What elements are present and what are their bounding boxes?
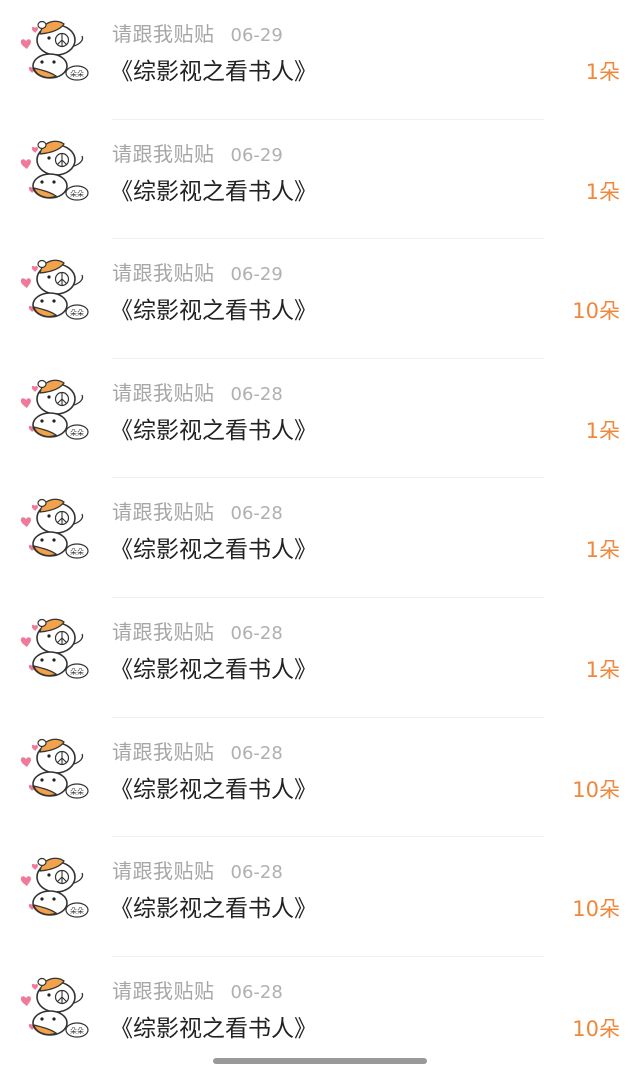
item-meta: 请跟我贴贴 06-28 bbox=[112, 616, 283, 646]
list-item[interactable]: 朵朵 请跟我贴贴 06-28 《综影视之看书人》 10朵 bbox=[0, 837, 640, 957]
username[interactable]: 请跟我贴贴 bbox=[112, 979, 215, 1003]
item-meta: 请跟我贴贴 06-29 bbox=[112, 18, 283, 48]
avatar-badge-text: 朵朵 bbox=[70, 1027, 84, 1035]
book-title[interactable]: 《综影视之看书人》 bbox=[110, 1009, 317, 1043]
list-item[interactable]: 朵朵 请跟我贴贴 06-28 《综影视之看书人》 1朵 bbox=[0, 598, 640, 718]
avatar-badge-text: 朵朵 bbox=[70, 788, 84, 796]
item-meta: 请跟我贴贴 06-28 bbox=[112, 377, 283, 407]
username[interactable]: 请跟我贴贴 bbox=[112, 620, 215, 644]
gift-amount: 10朵 bbox=[572, 777, 620, 802]
timestamp: 06-29 bbox=[230, 144, 283, 166]
gift-amount: 10朵 bbox=[572, 897, 620, 922]
gift-amount: 10朵 bbox=[572, 1016, 620, 1041]
item-meta: 请跟我贴贴 06-28 bbox=[112, 855, 283, 885]
item-meta: 请跟我贴贴 06-28 bbox=[112, 975, 283, 1005]
avatar-badge-text: 朵朵 bbox=[70, 548, 84, 556]
timestamp: 06-28 bbox=[230, 622, 283, 644]
book-title[interactable]: 《综影视之看书人》 bbox=[110, 650, 317, 684]
hamster-sticker-icon[interactable]: 朵朵 bbox=[20, 849, 94, 921]
book-title[interactable]: 《综影视之看书人》 bbox=[110, 291, 317, 325]
list-item[interactable]: 朵朵 请跟我贴贴 06-28 《综影视之看书人》 1朵 bbox=[0, 359, 640, 479]
username[interactable]: 请跟我贴贴 bbox=[112, 740, 215, 764]
list-item[interactable]: 朵朵 请跟我贴贴 06-29 《综影视之看书人》 1朵 bbox=[0, 0, 640, 120]
username[interactable]: 请跟我贴贴 bbox=[112, 142, 215, 166]
hamster-sticker-icon[interactable]: 朵朵 bbox=[20, 490, 94, 562]
item-meta: 请跟我贴贴 06-29 bbox=[112, 257, 283, 287]
hamster-sticker-icon[interactable]: 朵朵 bbox=[20, 132, 94, 204]
avatar-badge-text: 朵朵 bbox=[70, 70, 84, 78]
book-title[interactable]: 《综影视之看书人》 bbox=[110, 770, 317, 804]
gift-amount: 1朵 bbox=[585, 418, 620, 443]
timestamp: 06-28 bbox=[230, 742, 283, 764]
gift-amount: 1朵 bbox=[585, 538, 620, 563]
avatar-badge-text: 朵朵 bbox=[70, 668, 84, 676]
book-title[interactable]: 《综影视之看书人》 bbox=[110, 411, 317, 445]
list-item[interactable]: 朵朵 请跟我贴贴 06-29 《综影视之看书人》 10朵 bbox=[0, 239, 640, 359]
gift-amount: 1朵 bbox=[585, 179, 620, 204]
book-title[interactable]: 《综影视之看书人》 bbox=[110, 52, 317, 86]
book-title[interactable]: 《综影视之看书人》 bbox=[110, 889, 317, 923]
username[interactable]: 请跟我贴贴 bbox=[112, 500, 215, 524]
list-item[interactable]: 朵朵 请跟我贴贴 06-28 《综影视之看书人》 10朵 bbox=[0, 718, 640, 838]
hamster-sticker-icon[interactable]: 朵朵 bbox=[20, 730, 94, 802]
hamster-sticker-icon[interactable]: 朵朵 bbox=[20, 969, 94, 1041]
item-meta: 请跟我贴贴 06-28 bbox=[112, 736, 283, 766]
gift-record-list: 朵朵 请跟我贴贴 06-29 《综影视之看书人》 1朵 朵朵 请跟我贴贴 06-… bbox=[0, 0, 640, 1076]
timestamp: 06-28 bbox=[230, 862, 283, 884]
username[interactable]: 请跟我贴贴 bbox=[112, 381, 215, 405]
list-item[interactable]: 朵朵 请跟我贴贴 06-29 《综影视之看书人》 1朵 bbox=[0, 120, 640, 240]
gift-amount: 10朵 bbox=[572, 299, 620, 324]
avatar-badge-text: 朵朵 bbox=[70, 190, 84, 198]
timestamp: 06-28 bbox=[230, 383, 283, 405]
timestamp: 06-29 bbox=[230, 264, 283, 286]
hamster-sticker-icon[interactable]: 朵朵 bbox=[20, 610, 94, 682]
username[interactable]: 请跟我贴贴 bbox=[112, 261, 215, 285]
list-item[interactable]: 朵朵 请跟我贴贴 06-28 《综影视之看书人》 1朵 bbox=[0, 478, 640, 598]
book-title[interactable]: 《综影视之看书人》 bbox=[110, 530, 317, 564]
gift-amount: 1朵 bbox=[585, 657, 620, 682]
home-indicator[interactable] bbox=[213, 1058, 427, 1064]
hamster-sticker-icon[interactable]: 朵朵 bbox=[20, 251, 94, 323]
item-meta: 请跟我贴贴 06-28 bbox=[112, 496, 283, 526]
book-title[interactable]: 《综影视之看书人》 bbox=[110, 172, 317, 206]
hamster-sticker-icon[interactable]: 朵朵 bbox=[20, 12, 94, 84]
timestamp: 06-29 bbox=[230, 25, 283, 46]
username[interactable]: 请跟我贴贴 bbox=[112, 859, 215, 883]
item-meta: 请跟我贴贴 06-29 bbox=[112, 138, 283, 168]
gift-amount: 1朵 bbox=[585, 60, 620, 84]
avatar-badge-text: 朵朵 bbox=[70, 309, 84, 317]
avatar-badge-text: 朵朵 bbox=[70, 429, 84, 437]
username[interactable]: 请跟我贴贴 bbox=[112, 22, 215, 46]
timestamp: 06-28 bbox=[230, 503, 283, 525]
avatar-badge-text: 朵朵 bbox=[70, 907, 84, 915]
hamster-sticker-icon[interactable]: 朵朵 bbox=[20, 371, 94, 443]
timestamp: 06-28 bbox=[230, 981, 283, 1003]
